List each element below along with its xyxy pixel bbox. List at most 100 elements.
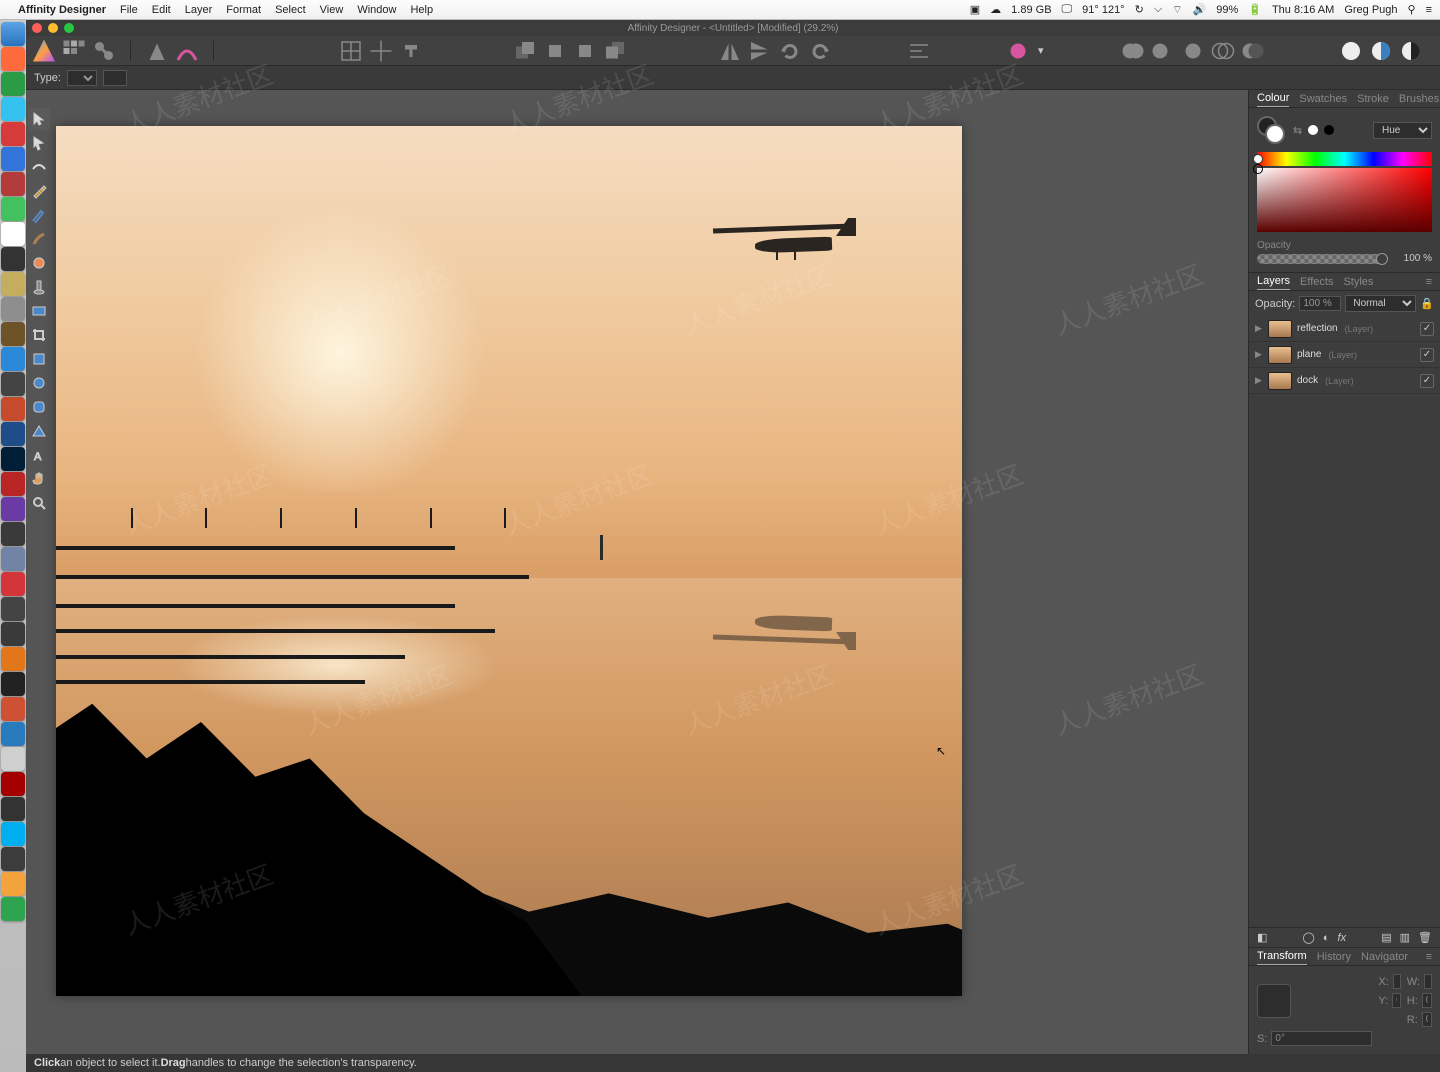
expand-icon[interactable]: ▶ (1255, 375, 1263, 386)
corner-tool-icon[interactable] (28, 156, 50, 178)
insert-target-dropdown-icon[interactable]: ▾ (1036, 39, 1046, 63)
dock-app-icon[interactable] (1, 847, 25, 871)
dock-app-icon[interactable] (1, 272, 25, 296)
text-tool-icon[interactable]: A (28, 444, 50, 466)
align-icon[interactable] (907, 39, 931, 63)
ellipse-tool-icon[interactable] (28, 372, 50, 394)
dock-filezilla-icon[interactable] (1, 772, 25, 796)
dock-app-icon[interactable] (1, 247, 25, 271)
dock-app-icon[interactable] (1, 797, 25, 821)
volume-icon[interactable]: 🔊 (1193, 3, 1207, 16)
dock-app-icon[interactable] (1, 572, 25, 596)
dock-app-icon[interactable] (1, 47, 25, 71)
dock-app-icon[interactable] (1, 747, 25, 771)
stroke-tool-icon[interactable] (175, 39, 199, 63)
dock-app-icon[interactable] (1, 172, 25, 196)
transform-y-input[interactable] (1392, 993, 1401, 1008)
rotate-ccw-icon[interactable] (778, 39, 802, 63)
dock-photoshop-icon[interactable] (1, 447, 25, 471)
panel-menu-icon[interactable]: ≡ (1426, 276, 1432, 290)
wifi-icon[interactable]: ⌔ (1172, 3, 1182, 17)
insert-target-icon[interactable] (1006, 39, 1030, 63)
tab-history[interactable]: History (1317, 951, 1351, 965)
view-mode-3-icon[interactable] (1399, 39, 1423, 63)
opacity-slider[interactable] (1257, 254, 1384, 264)
dock-skype-icon[interactable] (1, 822, 25, 846)
tab-brushes[interactable]: Brushes (1399, 93, 1439, 107)
view-mode-1-icon[interactable] (1339, 39, 1363, 63)
swap-colours-icon[interactable]: ⇆ (1293, 124, 1302, 137)
dock-app-icon[interactable] (1, 97, 25, 121)
flip-v-icon[interactable] (748, 39, 772, 63)
layer-row-plane[interactable]: ▶ plane (Layer) ✓ (1249, 342, 1440, 368)
layer-row-dock[interactable]: ▶ dock (Layer) ✓ (1249, 368, 1440, 394)
opacity-value[interactable]: 100 % (1388, 253, 1432, 264)
flip-h-icon[interactable] (718, 39, 742, 63)
notification-icon[interactable]: ≡ (1426, 4, 1432, 16)
dock-app-icon[interactable] (1, 222, 25, 246)
tab-navigator[interactable]: Navigator (1361, 951, 1408, 965)
menu-view[interactable]: View (320, 4, 344, 16)
close-window-button[interactable] (32, 23, 42, 33)
delete-layer-icon[interactable]: 🗑 (1418, 931, 1432, 944)
move-backward-icon[interactable] (543, 39, 567, 63)
dock-app-icon[interactable] (1, 147, 25, 171)
disk-status[interactable]: 1.89 GB (1011, 4, 1051, 16)
display-icon[interactable]: 🖵 (1062, 3, 1073, 16)
transform-r-input[interactable] (1422, 1012, 1432, 1027)
colour-mode-select[interactable]: Hue (1373, 122, 1432, 139)
expand-icon[interactable]: ▶ (1255, 349, 1263, 360)
layer-visible-checkbox[interactable]: ✓ (1420, 348, 1434, 362)
minimize-window-button[interactable] (48, 23, 58, 33)
pixel-tool-icon[interactable] (28, 252, 50, 274)
boolean-divide-icon[interactable] (1211, 39, 1235, 63)
cloud-icon[interactable]: ☁ (990, 3, 1001, 16)
fill-tool-icon[interactable] (28, 276, 50, 298)
saturation-box[interactable] (1257, 168, 1432, 232)
move-back-icon[interactable] (513, 39, 537, 63)
dock-app-icon[interactable] (1, 72, 25, 96)
user-name[interactable]: Greg Pugh (1344, 4, 1397, 16)
pan-tool-icon[interactable] (28, 468, 50, 490)
battery-icon[interactable]: 🔋 (1248, 3, 1262, 16)
type-select[interactable] (67, 70, 97, 86)
dock-app-icon[interactable] (1, 722, 25, 746)
tiny-swatch-1[interactable] (1308, 125, 1318, 135)
anchor-selector[interactable] (1257, 984, 1291, 1018)
menu-window[interactable]: Window (357, 4, 396, 16)
dock-app-icon[interactable] (1, 647, 25, 671)
move-forward-icon[interactable] (573, 39, 597, 63)
blend-mode-select[interactable]: Normal (1345, 295, 1416, 312)
layer-visible-checkbox[interactable]: ✓ (1420, 374, 1434, 388)
tab-stroke[interactable]: Stroke (1357, 93, 1389, 107)
menu-format[interactable]: Format (226, 4, 261, 16)
zoom-tool-icon[interactable] (28, 492, 50, 514)
zoom-window-button[interactable] (64, 23, 74, 33)
fill-tool-icon[interactable] (145, 39, 169, 63)
transform-s-input[interactable] (1271, 1031, 1372, 1046)
battery-status[interactable]: 99% (1216, 4, 1238, 16)
rectangle-tool-icon[interactable] (28, 348, 50, 370)
pencil-tool-icon[interactable] (28, 204, 50, 226)
menu-select[interactable]: Select (275, 4, 306, 16)
dock-app-icon[interactable] (1, 372, 25, 396)
temp-status[interactable]: 91° 121° (1082, 4, 1124, 16)
dock-app-icon[interactable] (1, 697, 25, 721)
tab-swatches[interactable]: Swatches (1299, 93, 1347, 107)
pen-tool-icon[interactable] (28, 180, 50, 202)
tab-transform[interactable]: Transform (1257, 950, 1307, 965)
hue-slider[interactable] (1257, 152, 1432, 166)
dock-app-icon[interactable] (1, 497, 25, 521)
dock-app-icon[interactable] (1, 547, 25, 571)
menu-edit[interactable]: Edit (152, 4, 171, 16)
panel-menu-icon[interactable]: ≡ (1426, 951, 1432, 965)
layer-visible-checkbox[interactable]: ✓ (1420, 322, 1434, 336)
spotlight-icon[interactable]: ⚲ (1408, 3, 1416, 16)
expand-icon[interactable]: ▶ (1255, 323, 1263, 334)
bluetooth-icon[interactable]: ⌵ (1154, 3, 1162, 16)
canvas-area[interactable]: ↖ (26, 90, 1248, 1054)
layer-row-reflection[interactable]: ▶ reflection (Layer) ✓ (1249, 316, 1440, 342)
mask-layer-icon[interactable]: ◯ (1303, 931, 1315, 944)
tab-effects[interactable]: Effects (1300, 276, 1333, 290)
dock-app-icon[interactable] (1, 397, 25, 421)
